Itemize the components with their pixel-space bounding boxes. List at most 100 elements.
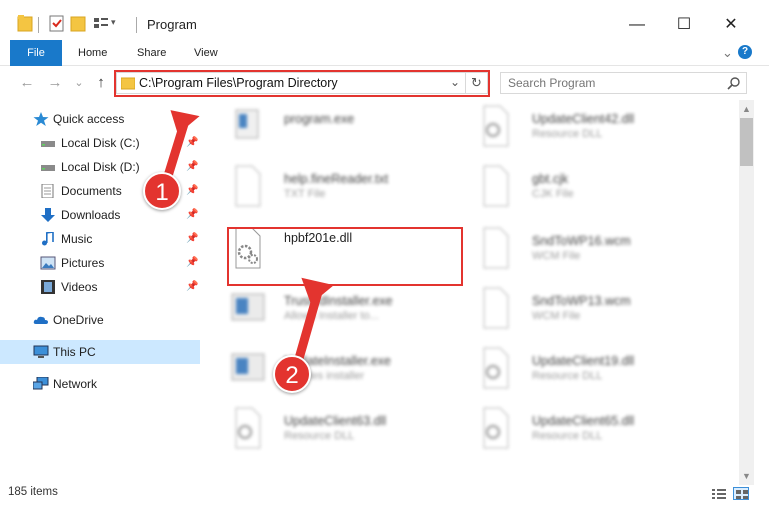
navigation-pane: Quick access Local Disk (C:) 📌 Local Dis… (0, 100, 210, 478)
pin-icon: 📌 (186, 257, 199, 268)
separator (38, 17, 39, 33)
exe-file-icon (235, 109, 259, 139)
file-item[interactable]: UpdateInstaller.exe updates installer (222, 342, 462, 394)
videos-icon (41, 280, 55, 294)
file-name: program.exe (284, 112, 355, 126)
large-icons-view-icon[interactable] (733, 487, 749, 500)
sidebar-item-label: Local Disk (D:) (61, 160, 140, 174)
details-view-icon[interactable] (711, 488, 727, 500)
file-explorer-window: ▾ Program — ☐ ✕ File Home Share View ⌄ ?… (0, 0, 769, 518)
drive-icon (41, 141, 55, 147)
sidebar-item-local-disk-c[interactable]: Local Disk (C:) 📌 (0, 131, 200, 155)
sidebar-item-label: Documents (61, 184, 122, 198)
tab-share[interactable]: Share (127, 40, 176, 66)
sidebar-item-label: Music (61, 232, 93, 246)
tab-view[interactable]: View (184, 40, 228, 66)
generic-file-icon (483, 165, 509, 207)
item-count: 185 items (8, 486, 58, 498)
file-item[interactable]: UpdateClient65.dll Resource DLL (470, 402, 710, 454)
file-type: Allows Installer to... (284, 310, 379, 322)
address-path: C:\Program Files\Program Directory (139, 76, 338, 90)
maximize-button[interactable]: ☐ (661, 12, 707, 38)
dll-file-icon (483, 347, 509, 389)
file-item[interactable]: help.fineReader.txt TXT File (222, 160, 462, 212)
refresh-button[interactable]: ↻ (466, 72, 488, 94)
title-bar: ▾ Program — ☐ ✕ (0, 0, 769, 40)
text-file-icon (235, 165, 261, 207)
pin-icon: 📌 (186, 185, 199, 196)
sidebar-item-network[interactable]: Network (0, 372, 200, 396)
file-item[interactable]: TrustedInstaller.exe Allows Installer to… (222, 282, 462, 334)
forward-button[interactable]: → (44, 72, 66, 94)
pictures-icon (40, 256, 56, 270)
sidebar-item-pictures[interactable]: Pictures 📌 (0, 251, 200, 275)
properties-icon[interactable] (48, 13, 66, 35)
file-name: SndToWP13.wcm (532, 294, 631, 308)
sidebar-item-label: This PC (53, 345, 96, 359)
up-button[interactable]: ↑ (90, 72, 112, 94)
file-item[interactable]: SndToWP13.wcm WCM File (470, 282, 710, 334)
new-folder-icon[interactable] (70, 13, 86, 35)
sidebar-item-label: Videos (61, 280, 98, 294)
sidebar-item-this-pc[interactable]: This PC (0, 340, 200, 364)
installer-icon (231, 293, 265, 321)
file-type: Resource DLL (532, 430, 603, 442)
file-name: help.fineReader.txt (284, 172, 389, 186)
file-name: UpdateClient63.dll (284, 414, 387, 428)
scroll-thumb[interactable] (740, 118, 753, 166)
folder-icon (121, 77, 135, 90)
generic-file-icon (483, 287, 509, 329)
scroll-up-arrow-icon[interactable]: ▲ (739, 102, 754, 116)
dll-file-icon (483, 407, 509, 449)
close-button[interactable]: ✕ (708, 12, 754, 38)
file-item[interactable]: gbt.cjk CJK File (470, 160, 710, 212)
file-item[interactable]: UpdateClient63.dll Resource DLL (222, 402, 462, 454)
sidebar-item-label: Local Disk (C:) (61, 136, 140, 150)
help-button[interactable]: ? (738, 45, 752, 59)
file-type: TXT File (284, 188, 326, 200)
file-name: gbt.cjk (532, 172, 569, 186)
search-input[interactable] (501, 73, 701, 93)
sidebar-item-label: Downloads (61, 208, 121, 222)
file-type: Resource DLL (532, 370, 603, 382)
status-bar: 185 items (0, 485, 769, 518)
minimize-button[interactable]: — (614, 12, 660, 38)
search-icon[interactable] (727, 76, 741, 90)
search-box[interactable] (500, 72, 747, 94)
music-icon (42, 232, 54, 246)
file-item[interactable]: UpdateClient42.dll Resource DLL (470, 100, 710, 152)
pin-icon: 📌 (186, 281, 199, 292)
vertical-scrollbar[interactable]: ▲ ▼ (739, 100, 754, 485)
customize-toolbar-icon[interactable]: ▾ (111, 17, 116, 39)
file-name: UpdateClient65.dll (532, 414, 635, 428)
sidebar-item-music[interactable]: Music 📌 (0, 227, 200, 251)
sidebar-item-label: Pictures (61, 256, 105, 270)
address-dropdown-button[interactable]: ⌄ (450, 75, 460, 89)
address-bar[interactable]: C:\Program Files\Program Directory ⌄ (116, 72, 466, 94)
sidebar-item-onedrive[interactable]: OneDrive (0, 308, 200, 332)
file-name: UpdateClient42.dll (532, 112, 635, 126)
window-title: Program (147, 17, 197, 32)
dll-file-icon (483, 105, 509, 147)
sidebar-item-label: Network (53, 377, 98, 391)
dll-file-icon (235, 407, 261, 449)
tab-file[interactable]: File (10, 40, 62, 66)
file-type: CJK File (532, 188, 574, 200)
sidebar-item-quick-access[interactable]: Quick access (0, 107, 200, 131)
installer-icon (231, 353, 265, 381)
file-item[interactable]: program.exe (222, 100, 462, 152)
file-item[interactable]: SndToWP16.wcm WCM File (470, 222, 710, 274)
file-type: WCM File (532, 310, 581, 322)
recent-locations-button[interactable]: ⌄ (68, 72, 90, 94)
back-button[interactable]: ← (16, 72, 38, 94)
sidebar-item-label: OneDrive (53, 313, 104, 327)
scroll-down-arrow-icon[interactable]: ▼ (739, 469, 754, 483)
file-name: TrustedInstaller.exe (284, 294, 393, 308)
step-2-badge: 2 (273, 355, 311, 393)
tab-home[interactable]: Home (68, 40, 117, 66)
view-options-icon[interactable] (92, 13, 110, 35)
sidebar-item-videos[interactable]: Videos 📌 (0, 275, 200, 299)
file-item[interactable]: UpdateClient19.dll Resource DLL (470, 342, 710, 394)
file-name: UpdateClient19.dll (532, 354, 635, 368)
pin-icon: 📌 (186, 161, 199, 172)
